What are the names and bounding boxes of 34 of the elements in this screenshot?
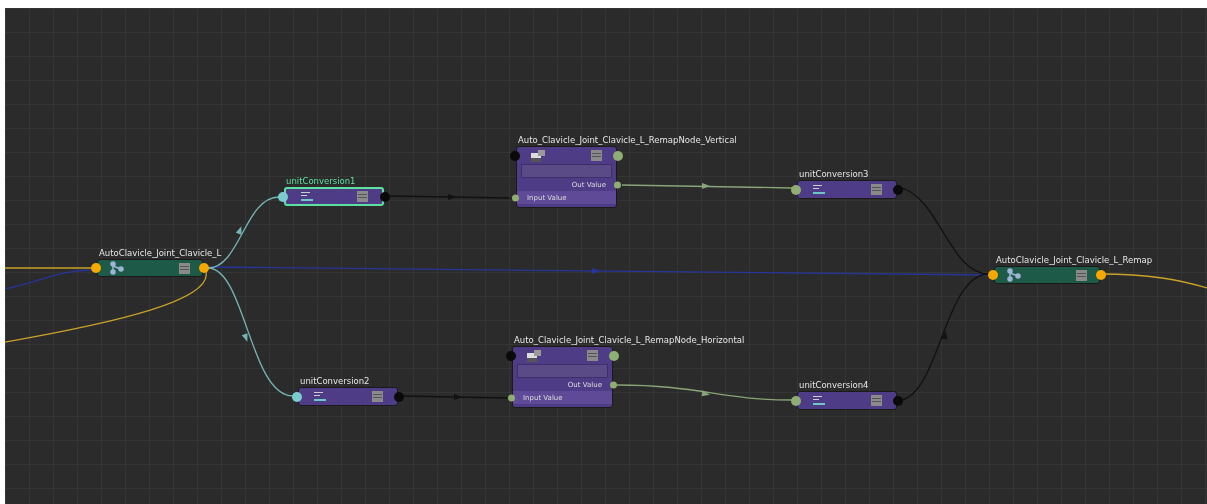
- attribute-port[interactable]: [508, 394, 515, 402]
- node-card[interactable]: [797, 391, 897, 410]
- attribute-port[interactable]: [610, 381, 617, 389]
- attribute-port[interactable]: [512, 194, 519, 202]
- node-card[interactable]: [97, 259, 203, 277]
- node-card[interactable]: [994, 266, 1100, 284]
- input-port[interactable]: [510, 151, 520, 161]
- output-port[interactable]: [1096, 270, 1106, 280]
- node-title: AutoClavicle_Joint_Clavicle_L: [99, 248, 222, 258]
- node-title: Auto_Clavicle_Joint_Clavicle_L_RemapNode_Vertical: [518, 135, 737, 145]
- node-title: unitConversion3: [799, 169, 869, 179]
- node-title: unitConversion1: [286, 176, 356, 186]
- joint-hierarchy-icon: [110, 261, 124, 275]
- input-port[interactable]: [988, 270, 998, 280]
- output-port[interactable]: [199, 263, 209, 273]
- node-title: AutoClavicle_Joint_Clavicle_L_Remap: [996, 255, 1153, 265]
- node-title: Auto_Clavicle_Joint_Clavicle_L_RemapNode_Horizontal: [514, 335, 745, 345]
- remap-icon: [531, 149, 545, 162]
- input-port[interactable]: [91, 263, 101, 273]
- remap-icon: [527, 349, 541, 362]
- attribute-port[interactable]: [614, 181, 621, 189]
- output-port[interactable]: [613, 151, 623, 161]
- node-card[interactable]: [797, 180, 897, 199]
- unit-conversion-icon: [300, 190, 314, 203]
- input-port[interactable]: [791, 184, 801, 195]
- unit-conversion-icon: [812, 394, 826, 407]
- unit-conversion-icon: [812, 183, 826, 196]
- node-title: unitConversion4: [799, 380, 869, 390]
- node-card[interactable]: [298, 387, 398, 406]
- joint-hierarchy-icon: [1007, 268, 1021, 282]
- output-port[interactable]: [609, 351, 619, 361]
- node-title: unitConversion2: [300, 376, 370, 386]
- unit-conversion-icon: [313, 390, 327, 403]
- input-port[interactable]: [506, 351, 516, 361]
